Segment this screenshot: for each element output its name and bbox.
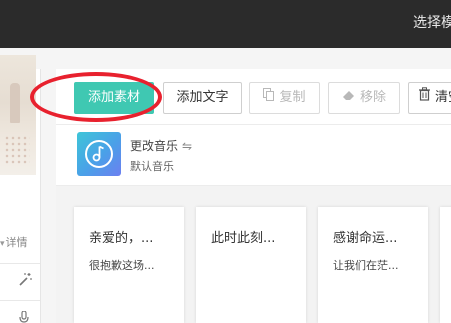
- card-title: 此时此刻...: [211, 231, 276, 245]
- remove-label: 移除: [359, 90, 386, 105]
- top-bar: 选择模板: [0, 0, 451, 48]
- text-card[interactable]: 亲爱的，... 很抱歉这场...: [74, 207, 184, 323]
- card-title: 感谢命运...: [333, 231, 398, 245]
- music-cover[interactable]: [77, 132, 121, 176]
- add-material-button[interactable]: 添加素材: [74, 82, 154, 114]
- text-card[interactable]: 此时此刻...: [196, 207, 306, 323]
- card-subtitle: 很抱歉这场...: [89, 259, 155, 271]
- trash-icon: [418, 83, 431, 113]
- eraser-icon: [342, 83, 356, 113]
- detail-label: 详情: [5, 236, 28, 249]
- copy-button[interactable]: 复制: [249, 82, 320, 114]
- editor-page: 选择模板 ▾详情 添加素材 添加文字: [0, 0, 451, 323]
- default-music-label: 默认音乐: [130, 160, 174, 173]
- text-card[interactable]: 感谢命运... 让我们在茫...: [318, 207, 428, 323]
- change-music-label: 更改音乐: [130, 139, 179, 153]
- chevron-down-icon: ▾: [0, 239, 5, 249]
- add-text-button[interactable]: 添加文字: [163, 82, 242, 114]
- swap-icon: ⇋: [182, 139, 193, 153]
- add-text-label: 添加文字: [176, 90, 229, 105]
- thumbnail-figure: [10, 83, 20, 123]
- remove-button[interactable]: 移除: [328, 82, 400, 114]
- detail-link[interactable]: ▾详情: [0, 234, 40, 250]
- music-note-icon: [85, 140, 113, 168]
- select-template-link[interactable]: 选择模板: [413, 12, 451, 34]
- toolbar-divider: [56, 124, 451, 125]
- copy-label: 复制: [279, 90, 306, 105]
- microphone-icon[interactable]: [18, 310, 30, 323]
- change-music-link[interactable]: 更改音乐 ⇋: [130, 137, 220, 153]
- template-thumbnail[interactable]: [0, 55, 36, 175]
- clear-button[interactable]: 清空: [408, 82, 451, 114]
- card-subtitle: [211, 257, 301, 271]
- text-card-partial[interactable]: [440, 207, 451, 323]
- thumbnail-decoration: [4, 135, 30, 165]
- left-divider: [0, 263, 40, 264]
- add-material-label: 添加素材: [87, 90, 140, 105]
- card-title: 亲爱的，...: [89, 231, 154, 245]
- card-subtitle: 让我们在茫...: [333, 259, 399, 271]
- copy-icon: [263, 83, 275, 113]
- left-divider-lower: [0, 300, 40, 301]
- clear-label: 清空: [435, 90, 451, 105]
- magic-wand-icon[interactable]: [16, 272, 34, 290]
